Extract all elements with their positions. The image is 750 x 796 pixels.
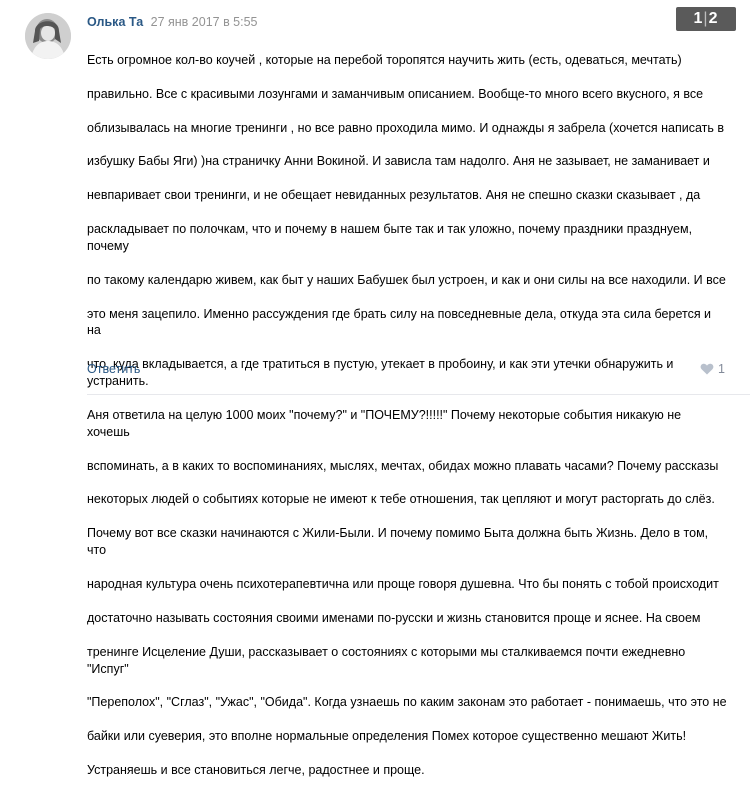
comment-line: некоторых людей о событиях которые не им…	[87, 492, 715, 507]
avatar-photo	[25, 13, 71, 59]
comment-line: Есть огромное кол-во коучей , которые на…	[87, 52, 682, 67]
comment-line: народная культура очень психотерапевтичн…	[87, 577, 719, 591]
page-counter[interactable]: 1|2	[676, 7, 736, 31]
comment-line: достаточно называть состояния своими име…	[87, 610, 701, 625]
comment-line: тренинге Исцеление Души, рассказывает о …	[87, 644, 686, 676]
comment-line: байки или суеверия, это вполне нормальны…	[87, 729, 687, 744]
author-line: Олька Та 27 янв 2017 в 5:55	[87, 14, 258, 30]
comment-line: раскладывает по полочкам, что и почему в…	[87, 221, 693, 253]
comment-line: вспоминать, а в каких то воспоминаниях, …	[87, 458, 719, 473]
page-current: 1	[693, 10, 704, 27]
comment-line: облизывалась на многие тренинги , но все…	[87, 120, 724, 135]
author-name[interactable]: Олька Та	[87, 15, 143, 29]
page-separator: |	[703, 10, 709, 27]
page-total: 2	[708, 10, 719, 27]
comment-line: это меня зацепило. Именно рассуждения гд…	[87, 306, 712, 338]
like-button[interactable]: 1	[700, 362, 725, 376]
divider	[87, 394, 750, 395]
comment-line: избушку Бабы Яги) )на страничку Анни Вок…	[87, 154, 710, 169]
heart-icon	[700, 363, 714, 375]
comment-line: правильно. Все с красивыми лозунгами и з…	[87, 86, 704, 101]
like-count: 1	[718, 362, 725, 376]
comment-line: "Переполох", "Сглаз", "Ужас", "Обида". К…	[87, 695, 727, 710]
comment-text: Есть огромное кол-во коучей , которые на…	[87, 35, 727, 796]
comment-line: невпаривает свои тренинги, и не обещает …	[87, 188, 701, 203]
comment-line: Устраняешь и все становиться легче, радо…	[87, 762, 425, 777]
avatar[interactable]	[25, 13, 71, 59]
comment: Олька Та 27 янв 2017 в 5:55 1|2 Есть огр…	[0, 0, 750, 777]
comment-line: Аня ответила на целую 1000 моих "почему?…	[87, 407, 682, 439]
post-date[interactable]: 27 янв 2017 в 5:55	[151, 15, 258, 29]
reply-link[interactable]: Ответить	[87, 362, 140, 376]
comment-line: что, куда вкладывается, а где тратиться …	[87, 357, 674, 389]
comment-line: Почему вот все сказки начинаются с Жили-…	[87, 526, 709, 558]
comment-line: по такому календарю живем, как быт у наш…	[87, 272, 726, 287]
